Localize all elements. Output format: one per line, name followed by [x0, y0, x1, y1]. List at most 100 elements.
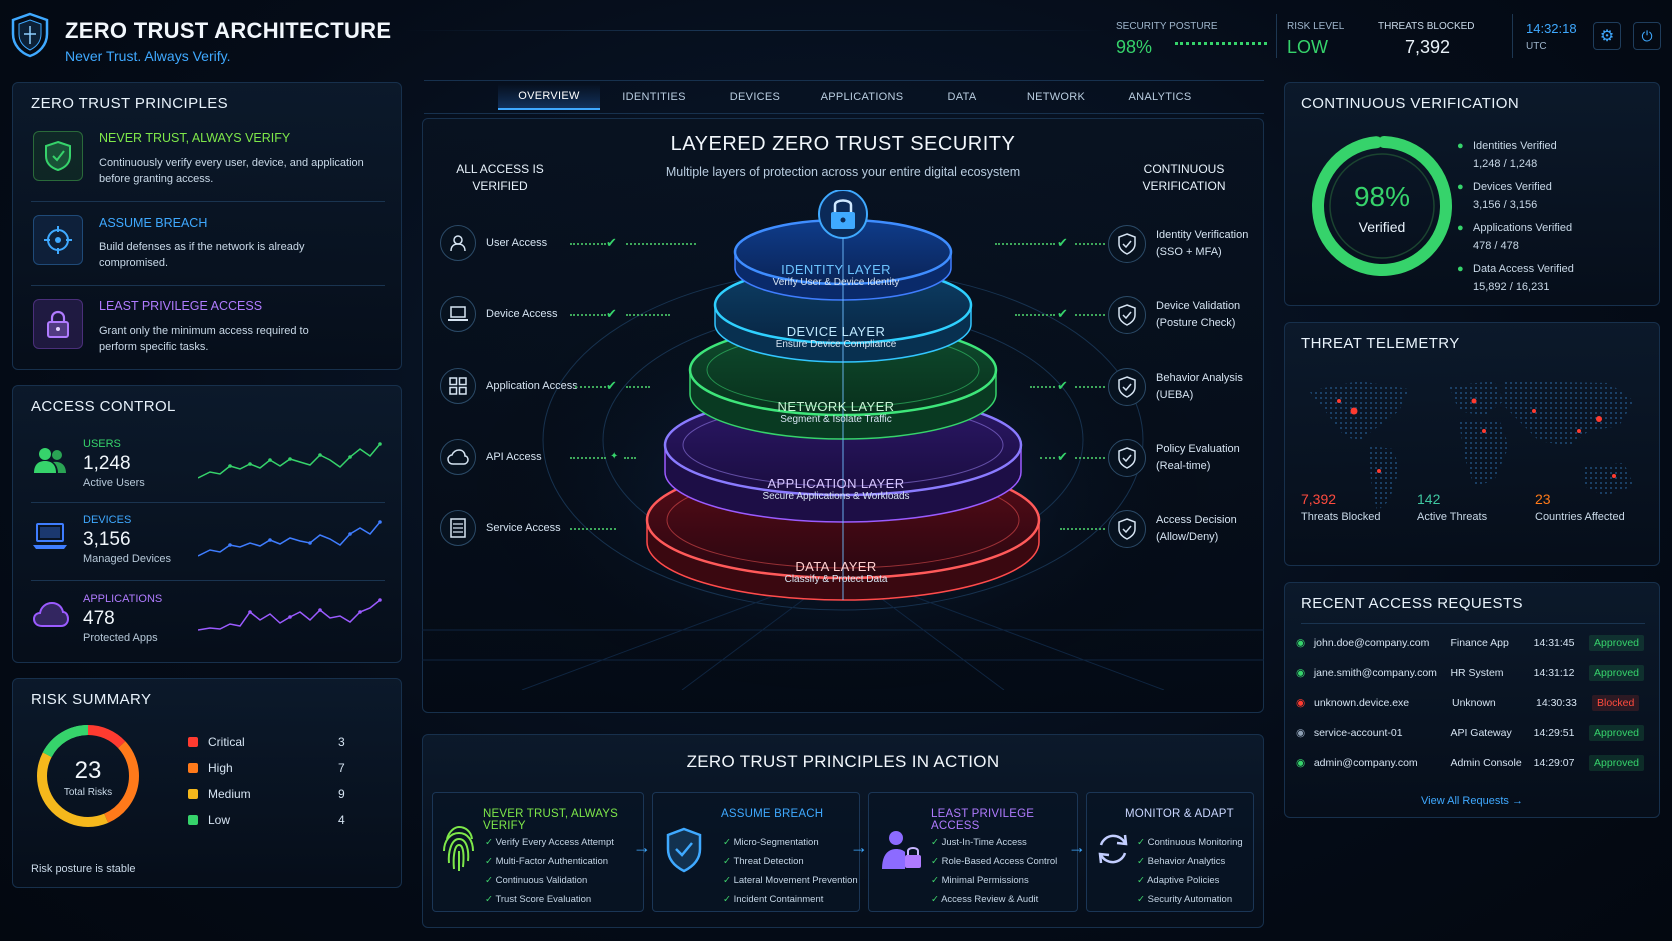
principle-3-title: LEAST PRIVILEGE ACCESS — [99, 299, 263, 313]
tab-analytics[interactable]: ANALYTICS — [1110, 84, 1210, 110]
principle-3-desc-1: Grant only the minimum access required t… — [99, 325, 309, 337]
access-control-title: ACCESS CONTROL — [31, 398, 176, 415]
risk-legend-low: Low 4 — [188, 813, 345, 827]
access-control-panel: ACCESS CONTROL USERS 1,248 Active Users … — [12, 385, 402, 663]
arrow-right-icon: → — [850, 837, 868, 857]
request-row[interactable]: ◉ service-account-01 API Gateway 14:29:51 Ap… — [1296, 719, 1644, 747]
check-icon: ✔ — [606, 378, 617, 393]
layered-title: LAYERED ZERO TRUST SECURITY — [670, 133, 1016, 155]
arrow-right-icon: → — [633, 837, 651, 857]
verification-policy: Policy Evaluation (Real-time) — [1108, 439, 1240, 477]
users-value: 1,248 — [83, 453, 131, 474]
power-icon[interactable]: ⏻ — [1633, 22, 1661, 50]
verification-behavior: Behavior Analysis (UEBA) — [1108, 368, 1243, 406]
users-sub: Active Users — [83, 477, 145, 489]
lock-icon — [820, 190, 868, 238]
shield-check-icon — [1108, 510, 1146, 548]
threats-blocked-stat-label: Threats Blocked — [1301, 511, 1381, 523]
check-icon: ✔ — [1057, 378, 1068, 393]
lock-icon — [33, 299, 83, 349]
check-icon: ✔ — [1057, 449, 1068, 464]
status-dot-icon: ◉ — [1296, 637, 1306, 649]
check-icon: ✔ — [1057, 306, 1068, 321]
principles-title: ZERO TRUST PRINCIPLES — [31, 95, 229, 112]
principle-1-title: NEVER TRUST, ALWAYS VERIFY — [99, 131, 291, 145]
arrow-right-icon: → — [1068, 837, 1086, 857]
user-icon — [440, 225, 476, 261]
threats-blocked-label: THREATS BLOCKED — [1378, 21, 1475, 32]
laptop-icon — [440, 296, 476, 332]
check-icon: ✔ — [606, 306, 617, 321]
grid-icon — [440, 368, 476, 404]
app-title: ZERO TRUST ARCHITECTURE — [65, 18, 392, 43]
tab-network[interactable]: NETWORK — [1006, 84, 1106, 110]
posture-value: 98% — [1116, 37, 1153, 57]
principle-1-desc-1: Continuously verify every user, device, … — [99, 157, 364, 169]
request-row[interactable]: ◉ john.doe@company.com Finance App 14:31:45… — [1296, 629, 1644, 657]
verification-label: Verified — [1358, 219, 1406, 235]
risk-level-label: RISK LEVEL — [1287, 21, 1345, 32]
shield-logo-icon — [11, 12, 49, 58]
shield-check-icon — [1108, 439, 1146, 477]
principles-panel: ZERO TRUST PRINCIPLES NEVER TRUST, ALWAY… — [12, 82, 402, 370]
verification-access: Access Decision (Allow/Deny) — [1108, 510, 1237, 548]
shield-check-icon — [1108, 368, 1146, 406]
access-user[interactable]: User Access — [440, 225, 547, 261]
telemetry-title: THREAT TELEMETRY — [1301, 335, 1460, 352]
dot-icon: ✦ — [610, 451, 619, 462]
clock-timezone: UTC — [1526, 41, 1547, 52]
request-row[interactable]: ◉ jane.smith@company.com HR System 14:31:12… — [1296, 659, 1644, 687]
laptop-icon — [33, 523, 67, 549]
clock-time: 14:32:18 — [1526, 21, 1577, 36]
risk-total: 23 — [74, 757, 102, 784]
access-application[interactable]: Application Access — [440, 368, 578, 404]
risk-total-label: Total Risks — [63, 787, 113, 798]
threat-telemetry-panel: THREAT TELEMETRY 7,392 Threats Blocked 1… — [1284, 322, 1660, 566]
risk-legend-critical: Critical 3 — [188, 735, 345, 749]
verification-device: Device Validation (Posture Check) — [1108, 296, 1240, 334]
tab-overview[interactable]: OVERVIEW — [498, 84, 600, 110]
cloud-icon — [33, 601, 69, 627]
access-device[interactable]: Device Access — [440, 296, 558, 332]
verification-percent: 98% — [1353, 181, 1411, 212]
access-service[interactable]: Service Access — [440, 510, 561, 546]
risk-summary-title: RISK SUMMARY — [31, 691, 152, 708]
crosshair-icon — [33, 215, 83, 265]
tab-identities[interactable]: IDENTITIES — [604, 84, 704, 110]
cloud-icon — [440, 439, 476, 475]
verification-identity: Identity Verification (SSO + MFA) — [1108, 225, 1248, 263]
users-icon — [34, 448, 66, 473]
status-badge: Approved — [1589, 725, 1644, 741]
view-all-requests-link[interactable]: View All Requests → — [1284, 795, 1660, 807]
threats-blocked-stat: 7,392 — [1301, 491, 1337, 507]
app-subtitle: Never Trust. Always Verify. — [65, 48, 231, 64]
requests-title: RECENT ACCESS REQUESTS — [1301, 595, 1523, 612]
request-row[interactable]: ◉ unknown.device.exe Unknown 14:30:33 Blocke… — [1296, 689, 1644, 717]
user-lock-icon — [882, 831, 921, 869]
access-api[interactable]: API Access — [440, 439, 542, 475]
tab-data[interactable]: DATA — [922, 84, 1002, 110]
action-title: ZERO TRUST PRINCIPLES IN ACTION — [686, 752, 1000, 771]
server-icon — [440, 510, 476, 546]
tab-applications[interactable]: APPLICATIONS — [806, 84, 918, 110]
risk-legend-high: High 7 — [188, 761, 345, 775]
status-badge: Approved — [1589, 635, 1644, 651]
principle-2-title: ASSUME BREACH — [99, 216, 208, 230]
status-dot-icon: ◉ — [1296, 667, 1306, 679]
status-dot-icon: ◉ — [1296, 697, 1306, 709]
shield-check-icon — [33, 131, 83, 181]
devices-value: 3,156 — [83, 529, 131, 550]
apps-label: APPLICATIONS — [83, 593, 163, 605]
action-card-verify: NEVER TRUST, ALWAYS VERIFY Verify Every … — [432, 792, 644, 912]
users-sparkline — [198, 442, 382, 479]
devices-sub: Managed Devices — [83, 553, 172, 565]
gear-icon[interactable]: ⚙ — [1593, 22, 1621, 50]
apps-sparkline — [198, 598, 382, 631]
tab-devices[interactable]: DEVICES — [708, 84, 802, 110]
devices-label: DEVICES — [83, 514, 132, 526]
verified-item: ● Applications Verified 478 / 478 — [1457, 222, 1573, 252]
apps-sub: Protected Apps — [83, 632, 158, 644]
request-row[interactable]: ◉ admin@company.com Admin Console 14:29:07 A… — [1296, 749, 1644, 777]
action-card-least-privilege: LEAST PRIVILEGE ACCESS Just-In-Time Acce… — [868, 792, 1078, 912]
threats-blocked-value: 7,392 — [1405, 37, 1451, 57]
